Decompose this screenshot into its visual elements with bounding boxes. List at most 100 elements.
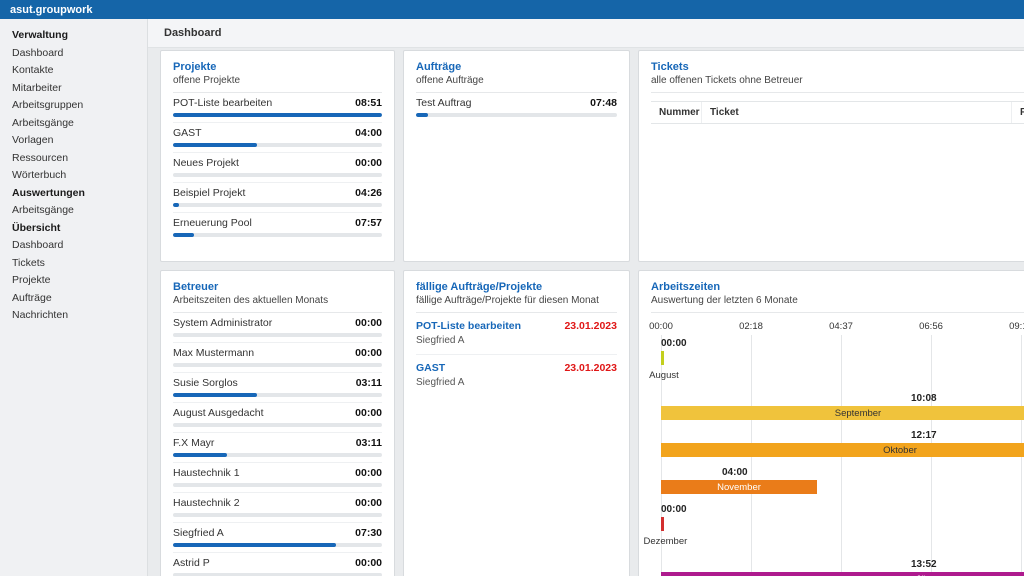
progress-track [173, 203, 382, 207]
axis-tick-label: 02:18 [739, 321, 763, 332]
card-betreuer-title[interactable]: Betreuer [173, 281, 382, 293]
project-row-top: GAST 04:00 [173, 127, 382, 139]
bar-oktober[interactable]: Oktober [661, 443, 1024, 457]
sidebar-item[interactable]: Kontakte [0, 62, 147, 80]
bar-value-label: 00:00 [661, 337, 687, 350]
sidebar-item: Auswertungen [0, 185, 147, 203]
supervisor-time: 00:00 [355, 467, 382, 479]
supervisor-row[interactable]: Haustechnik 2 00:00 [173, 493, 382, 523]
bar-november[interactable]: November [661, 480, 817, 494]
sidebar-item[interactable]: Vorlagen [0, 132, 147, 150]
card-betreuer-head: Betreuer Arbeitszeiten des aktuellen Mon… [173, 281, 382, 313]
bar-month-label: August [649, 370, 679, 381]
sidebar-item[interactable]: Nachrichten [0, 307, 147, 325]
supervisor-row-top: Max Mustermann 00:00 [173, 347, 382, 359]
card-projekte-title[interactable]: Projekte [173, 61, 382, 73]
supervisor-time: 00:00 [355, 347, 382, 359]
bar-august[interactable] [661, 351, 664, 365]
bar-dezember[interactable] [661, 517, 664, 531]
supervisor-row[interactable]: Haustechnik 1 00:00 [173, 463, 382, 493]
supervisor-row[interactable]: F.X Mayr 03:11 [173, 433, 382, 463]
supervisor-row[interactable]: System Administrator 00:00 [173, 313, 382, 343]
supervisor-time: 03:11 [356, 377, 382, 389]
project-row[interactable]: GAST 04:00 [173, 123, 382, 153]
brand-logo[interactable]: asut.groupwork [10, 4, 93, 16]
card-tickets-head: Tickets alle offenen Tickets ohne Betreu… [651, 61, 1024, 93]
bar-value-label: 04:00 [722, 466, 748, 479]
sidebar-item[interactable]: Wörterbuch [0, 167, 147, 185]
project-row[interactable]: Erneuerung Pool 07:57 [173, 213, 382, 242]
card-tickets-title[interactable]: Tickets [651, 61, 1024, 73]
progress-track [173, 173, 382, 177]
chart-row-august: 00:00August [661, 337, 1024, 383]
card-arbeitszeiten-head: Arbeitszeiten Auswertung der letzten 6 M… [651, 281, 1024, 313]
supervisor-name: F.X Mayr [173, 437, 214, 449]
project-row[interactable]: Beispiel Projekt 04:26 [173, 183, 382, 213]
sidebar-item[interactable]: Tickets [0, 255, 147, 273]
supervisor-row-top: August Ausgedacht 00:00 [173, 407, 382, 419]
bar-month-label: September [835, 408, 881, 419]
sidebar-item: Übersicht [0, 220, 147, 238]
sidebar-item[interactable]: Mitarbeiter [0, 80, 147, 98]
order-time: 07:48 [590, 97, 617, 109]
supervisor-row[interactable]: Siegfried A 07:30 [173, 523, 382, 553]
order-row[interactable]: Test Auftrag 07:48 [416, 93, 617, 122]
chart-row-november: 04:00November [661, 466, 1024, 494]
project-row[interactable]: POT-Liste bearbeiten 08:51 [173, 93, 382, 123]
progress-fill [173, 143, 257, 147]
tickets-col-firma[interactable]: F [1011, 102, 1024, 123]
card-faellige-title[interactable]: fällige Aufträge/Projekte [416, 281, 617, 293]
page-title: Dashboard [164, 27, 221, 39]
sidebar-item[interactable]: Ressourcen [0, 150, 147, 168]
tickets-col-nummer[interactable]: Nummer [651, 102, 701, 123]
axis-tick-label: 06:56 [919, 321, 943, 332]
project-name: GAST [173, 127, 202, 139]
bar-jänner[interactable]: Jänner [661, 572, 1024, 576]
card-auftraege: Aufträge offene Aufträge Test Auftrag 07… [403, 50, 630, 262]
supervisor-time: 00:00 [355, 557, 382, 569]
supervisor-name: Siegfried A [173, 527, 224, 539]
supervisor-row-top: Haustechnik 1 00:00 [173, 467, 382, 479]
projekte-list: POT-Liste bearbeiten 08:51 GAST 04:00 [173, 93, 382, 242]
axis-tick-label: 09:15 [1009, 321, 1024, 332]
sidebar-item[interactable]: Dashboard [0, 237, 147, 255]
card-projekte: Projekte offene Projekte POT-Liste bearb… [160, 50, 395, 262]
progress-track [173, 423, 382, 427]
due-item[interactable]: GAST Siegfried A 23.01.2023 [416, 354, 617, 396]
project-time: 07:57 [355, 217, 382, 229]
project-name: Neues Projekt [173, 157, 239, 169]
progress-track [173, 483, 382, 487]
bar-september[interactable]: September [661, 406, 1024, 420]
supervisor-row[interactable]: Susie Sorglos 03:11 [173, 373, 382, 403]
sidebar-item[interactable]: Arbeitsgänge [0, 115, 147, 133]
chart-row-dezember: 00:00Dezember [661, 503, 1024, 549]
faellige-list: POT-Liste bearbeiten Siegfried A 23.01.2… [416, 313, 617, 396]
project-name: Erneuerung Pool [173, 217, 252, 229]
sidebar-item[interactable]: Arbeitsgruppen [0, 97, 147, 115]
page-header: Dashboard [148, 19, 1024, 48]
supervisor-name: August Ausgedacht [173, 407, 264, 419]
supervisor-row[interactable]: Astrid P 00:00 [173, 553, 382, 576]
sidebar-item[interactable]: Aufträge [0, 290, 147, 308]
supervisor-time: 00:00 [355, 407, 382, 419]
supervisor-row[interactable]: August Ausgedacht 00:00 [173, 403, 382, 433]
arbeitszeiten-chart: 00:0002:1804:3706:5609:15 00:00August10:… [661, 321, 1024, 576]
card-auftraege-title[interactable]: Aufträge [416, 61, 617, 73]
card-arbeitszeiten-title[interactable]: Arbeitszeiten [651, 281, 1024, 293]
sidebar-item[interactable]: Arbeitsgänge [0, 202, 147, 220]
bar-value-label: 10:08 [911, 392, 937, 405]
card-faellige: fällige Aufträge/Projekte fällige Aufträ… [403, 270, 630, 576]
due-item-name[interactable]: GAST [416, 362, 464, 374]
tickets-col-ticket[interactable]: Ticket [701, 102, 1011, 123]
progress-track [173, 333, 382, 337]
supervisor-name: Haustechnik 2 [173, 497, 240, 509]
due-item-name[interactable]: POT-Liste bearbeiten [416, 320, 521, 332]
project-row[interactable]: Neues Projekt 00:00 [173, 153, 382, 183]
sidebar-item[interactable]: Projekte [0, 272, 147, 290]
card-betreuer-subtitle: Arbeitszeiten des aktuellen Monats [173, 295, 382, 306]
project-row-top: Beispiel Projekt 04:26 [173, 187, 382, 199]
sidebar-item[interactable]: Dashboard [0, 45, 147, 63]
due-item[interactable]: POT-Liste bearbeiten Siegfried A 23.01.2… [416, 313, 617, 354]
supervisor-row[interactable]: Max Mustermann 00:00 [173, 343, 382, 373]
progress-track [173, 513, 382, 517]
